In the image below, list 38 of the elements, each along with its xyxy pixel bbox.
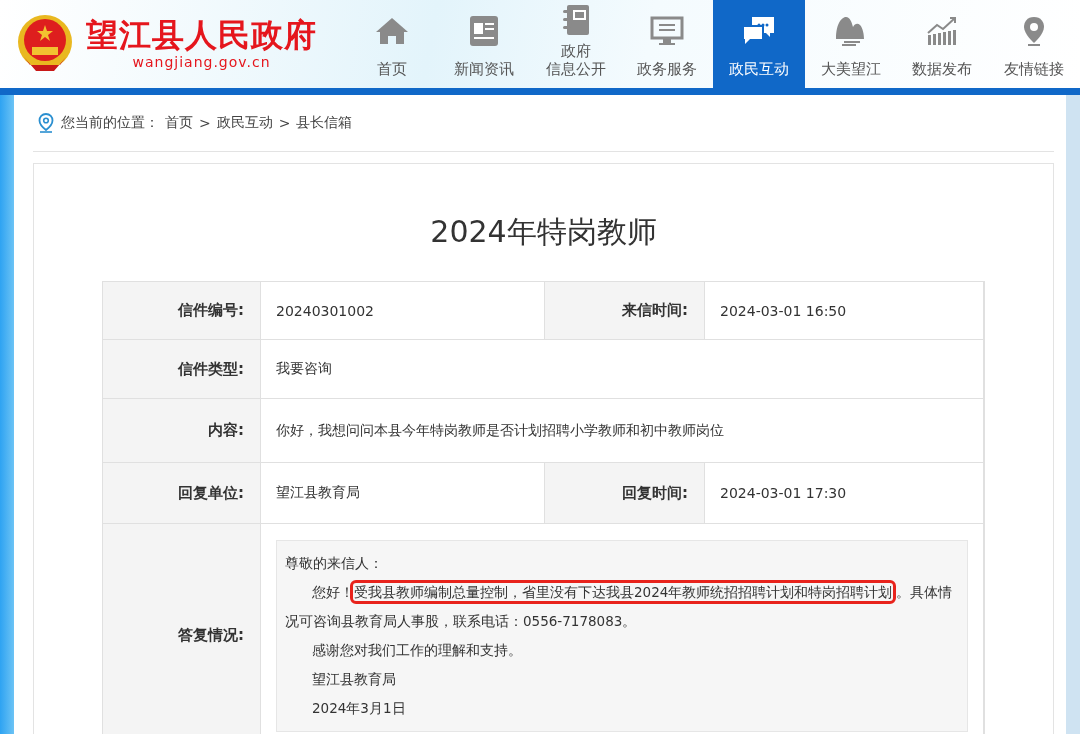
nav-tab[interactable]: 大美望江 [804, 0, 897, 88]
reply-paragraph: 望江县教育局 [311, 670, 397, 689]
field-label: 信件类型: [103, 340, 261, 399]
field-label: 答复情况: [103, 524, 261, 734]
letter-title: 2024年特岗教师 [429, 213, 658, 251]
breadcrumb-link[interactable]: 政民互动 [216, 114, 273, 132]
nav-tab[interactable]: 数据发布 [896, 0, 989, 88]
field-value: 2024-03-01 16:50 [705, 282, 984, 340]
monitor-icon [650, 16, 685, 46]
nav-tab[interactable]: 政务服务 [621, 0, 714, 88]
nav-tab[interactable]: 新闻资讯 [438, 0, 530, 88]
chat-bubbles-icon [742, 15, 777, 47]
field-label: 内容: [103, 399, 261, 463]
field-value: 我要咨询 [261, 340, 984, 399]
breadcrumb-label: 您当前的位置： [61, 114, 159, 132]
breadcrumb-separator: > [199, 115, 211, 131]
nav-tab[interactable]: 首页 [346, 0, 439, 88]
home-icon [375, 16, 410, 46]
field-label: 来信时间: [545, 282, 705, 340]
breadcrumb-separator: > [278, 115, 291, 131]
field-label: 回复单位: [103, 463, 261, 524]
field-label: 回复时间: [545, 463, 705, 524]
nav-tab[interactable]: 友情链接 [988, 0, 1080, 88]
reply-paragraph: 2024年3月1日 [311, 699, 407, 718]
nav-tab[interactable]: 政民互动 [713, 0, 805, 88]
breadcrumb-link[interactable]: 县长信箱 [296, 114, 353, 132]
reply-paragraph: 感谢您对我们工作的理解和支持。 [311, 641, 523, 660]
newspaper-icon [469, 15, 500, 47]
nav-tab[interactable]: 政府 信息公开 [529, 0, 622, 88]
site-domain: wangjiang.gov.cn [132, 53, 271, 70]
site-title: 望江县人民政府 [86, 18, 317, 54]
location-pin-icon [37, 113, 55, 133]
reply-paragraph: 您好！受我县教师编制总量控制，省里没有下达我县2024年教师统招招聘计划和特岗招聘计划 。具体情况可咨询县教育局人事股，联系电话：0556-7178083。 [285, 578, 959, 636]
reply-salutation: 尊敬的来信人： [285, 554, 384, 573]
field-value: 2024-03-01 17:30 [705, 463, 984, 524]
breadcrumb-link[interactable]: 首页 [165, 114, 193, 132]
notebook-icon [560, 4, 591, 36]
field-label: 信件编号: [103, 282, 261, 340]
